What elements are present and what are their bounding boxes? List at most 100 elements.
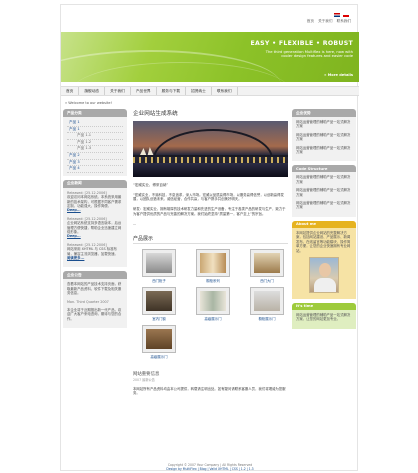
notice-text: 查看本网站的产品技术支持页面，获取最新产品资料、软件下载及相关服务信息。 xyxy=(67,282,122,296)
product-card[interactable]: 高级展示门 xyxy=(190,286,236,321)
about-me-box: 本网站提供企业网站的完整解决方案，包括网站建设、产品展示、新闻发布、在线留言等功… xyxy=(292,227,356,299)
about-me-text: 本网站提供企业网站的完整解决方案，包括网站建设、产品展示、新闻发布、在线留言等功… xyxy=(296,230,351,253)
page-title: 企业网站生成系统 xyxy=(133,111,178,117)
product-thumbnail[interactable] xyxy=(142,248,176,277)
news-read-more-link[interactable]: Deep... xyxy=(67,208,81,212)
nav-item-service[interactable]: 服务与下载 xyxy=(157,87,187,95)
main-content: 企业网站生成系统 “宏威实业，博采百纳” “宏威实业，不渝科技，不息追求，深入市… xyxy=(133,109,288,396)
top-link-contact[interactable]: 联系我们 xyxy=(337,19,351,23)
product-category-heading: 产品分类 xyxy=(63,109,127,117)
rd-paragraph: 研发：宏威实业，拥有雄厚的技术研发力量和先进的生产设备，专注于各类产品的研发与生… xyxy=(133,207,286,216)
left-sidebar: 产品分类 产品 1 产品 1 产品 1.1 产品 1.2 产品 1.3 产品 2… xyxy=(63,109,127,332)
menu-item-product-4[interactable]: 产品 4 xyxy=(67,166,123,173)
nav-item-about[interactable]: 关于我们 xyxy=(105,87,131,95)
top-links: 首页 关于我们 联系我们 xyxy=(304,19,351,24)
profile-photo xyxy=(309,256,339,293)
footer: Copyright © 2007 Your Company | All Righ… xyxy=(61,463,359,471)
main-nav: 首页 旗舰动态 关于我们 产品世界 服务与下载 招贤纳士 联系我们 xyxy=(61,86,359,96)
english-flag-icon[interactable] xyxy=(334,13,340,17)
company-notice-heading: 企业公告 xyxy=(63,271,127,280)
news-text: 企业网站系统支持多语言版本，后台管理方便快捷，帮助企业迅速建立网络形象。 xyxy=(67,221,122,234)
news-item: Released: [25.12.2006] 网站采用 XHTML 与 CSS … xyxy=(67,243,123,261)
company-news-list: Released: [25.12.2006] 欢迎访问本网站系统。本系统采用最新… xyxy=(63,187,127,268)
news-text: 欢迎访问本网站系统。本系统采用最新的技术架构，可根据不同客户需求定制，功能强大、… xyxy=(67,195,122,208)
intro-paragraph: “宏威实业，不渝科技，不息追求，深入市场。宏威以品质赢得市场，以服务赢得信誉，以… xyxy=(133,192,284,202)
advantage-item: 网站运营管理的辅助产品一站式解决方案 xyxy=(296,120,351,129)
profile-body xyxy=(314,277,336,292)
product-card[interactable]: 室内门窗 xyxy=(136,286,182,321)
language-flags xyxy=(334,13,349,17)
banner-title: EASY • FLEXIBLE • ROBUST xyxy=(250,40,353,47)
code-structure-heading: Code Structure xyxy=(292,165,356,173)
product-thumbnail[interactable] xyxy=(142,324,176,353)
code-structure-item: 网站运营管理的辅助产品一站式解决方案 xyxy=(296,175,351,184)
product-card[interactable]: 橱柜展示门 xyxy=(244,286,290,321)
product-card[interactable]: 西门柜子 xyxy=(136,248,182,283)
header-banner: EASY • FLEXIBLE • ROBUST The third gener… xyxy=(61,32,359,82)
its-time-text: 网站运营管理的辅助产品一站式解决方案，让您的网站更加专业。 xyxy=(296,312,351,322)
menu-item-product-1-1[interactable]: 产品 1.1 xyxy=(67,133,123,140)
menu-item-product-2[interactable]: 产品 2 xyxy=(67,153,123,160)
product-thumbnail[interactable] xyxy=(250,286,284,315)
nav-item-home[interactable]: 首页 xyxy=(61,87,80,95)
product-thumbnail[interactable] xyxy=(196,248,230,277)
code-structure-item: 网站运营管理的辅助产品一站式解决方案 xyxy=(296,201,351,210)
its-time-heading: It's time xyxy=(292,302,356,310)
harbour-water xyxy=(133,163,288,177)
info-paragraph: 本网站所有产品资料均由本公司提供，转载请注明出处。如有疑问请联系客服人员，我们将… xyxy=(133,386,286,396)
menu-item-product-1[interactable]: 产品 1 xyxy=(67,127,123,134)
company-notice-list: 查看本网站的产品技术支持页面，获取最新产品资料、软件下载及相关服务信息。 Mon… xyxy=(63,279,127,329)
advantages-heading: 企业优势 xyxy=(292,109,356,117)
nav-item-contact[interactable]: 联系我们 xyxy=(212,87,238,95)
right-sidebar: 企业优势 网站运营管理的辅助产品一站式解决方案 网站运营管理的辅助产品一站式解决… xyxy=(292,109,356,333)
profile-head xyxy=(319,262,331,277)
menu-item-product-1-2[interactable]: 产品 1.2 xyxy=(67,140,123,147)
code-structure-item: 网站运营管理的辅助产品一站式解决方案 xyxy=(296,188,351,197)
product-caption[interactable]: 高级展示门 xyxy=(136,354,182,359)
company-news-heading: 企业新闻 xyxy=(63,179,127,188)
product-thumbnail[interactable] xyxy=(142,286,176,315)
about-me-heading: About me xyxy=(292,220,356,228)
notice-text: 本企业将于近期推出新一代产品，欢迎广大客户来电咨询，期待与您的合作。 xyxy=(67,308,122,321)
product-card[interactable]: 西门大门 xyxy=(244,248,290,283)
product-thumbnail[interactable] xyxy=(250,248,284,277)
its-time-box: 网站运营管理的辅助产品一站式解决方案，让您的网站更加专业。 xyxy=(292,309,356,329)
product-caption[interactable]: 高级展示门 xyxy=(190,316,236,321)
banner-more-link[interactable]: » More details xyxy=(324,73,353,77)
code-structure-box: 网站运营管理的辅助产品一站式解决方案 网站运营管理的辅助产品一站式解决方案 网站… xyxy=(292,172,356,217)
advantage-item: 网站运营管理的辅助产品一站式解决方案 xyxy=(296,145,351,155)
product-category-menu: 产品 1 产品 1 产品 1.1 产品 1.2 产品 1.3 产品 2 产品 3… xyxy=(63,117,127,176)
product-caption[interactable]: 西门大门 xyxy=(244,278,290,283)
hero-image-sydney-harbour xyxy=(133,121,288,177)
product-caption[interactable]: 橱柜展示门 xyxy=(244,316,290,321)
top-link-home[interactable]: 首页 xyxy=(307,19,314,23)
chinese-flag-icon[interactable] xyxy=(343,13,349,17)
slogan-quote: “宏威实业，博采百纳” xyxy=(133,183,169,187)
news-read-more-link[interactable]: Deep... xyxy=(67,234,81,238)
menu-item-product-1[interactable]: 产品 1 xyxy=(67,120,123,127)
ellipsis-paragraph: ... xyxy=(133,221,137,226)
product-grid: 西门柜子 橱柜系列 西门大门 室内门窗 高级展示门 橱柜展示门 高级展示门 xyxy=(136,248,290,359)
product-card[interactable]: 高级展示门 xyxy=(136,324,182,359)
product-caption[interactable]: 西门柜子 xyxy=(136,278,182,283)
product-caption[interactable]: 橱柜系列 xyxy=(190,278,236,283)
news-text: 网站采用 XHTML 与 CSS 标准布局，兼容主流浏览器，加载快速。 xyxy=(67,247,118,256)
nav-item-news[interactable]: 旗舰动态 xyxy=(79,87,106,95)
nav-item-jobs[interactable]: 招贤纳士 xyxy=(186,87,212,95)
product-card[interactable]: 橱柜系列 xyxy=(190,248,236,283)
menu-item-product-1-3[interactable]: 产品 1.3 xyxy=(67,146,123,153)
banner-tagline: The third generation Multiflex is here, … xyxy=(265,50,353,59)
nav-item-products[interactable]: 产品世界 xyxy=(131,87,157,95)
news-item: Released: [25.12.2006] 企业网站系统支持多语言版本，后台管… xyxy=(67,217,123,239)
top-link-about[interactable]: 关于我们 xyxy=(318,19,332,23)
product-thumbnail[interactable] xyxy=(196,286,230,315)
news-item: Released: [25.12.2006] 欢迎访问本网站系统。本系统采用最新… xyxy=(67,191,123,213)
product-caption[interactable]: 室内门窗 xyxy=(136,316,182,321)
info-section-subtitle: 2007 最新公告 xyxy=(133,377,155,382)
products-section-title: 产品展示 xyxy=(133,235,288,244)
page-frame: 首页 关于我们 联系我们 EASY • FLEXIBLE • ROBUST Th… xyxy=(60,4,359,471)
footer-links[interactable]: Design by MultiFlex | Blog | Valid XHTML… xyxy=(61,467,359,471)
advantages-box: 网站运营管理的辅助产品一站式解决方案 网站运营管理的辅助产品一站式解决方案 网站… xyxy=(292,117,356,162)
news-read-more-link[interactable]: 阅读更多... xyxy=(67,256,84,260)
notice-date: Mon. Third Quarter 2007 xyxy=(67,299,109,304)
